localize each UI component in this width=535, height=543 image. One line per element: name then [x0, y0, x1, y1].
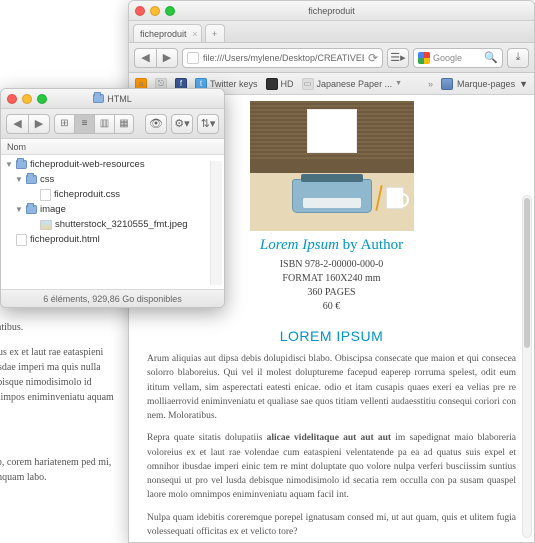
action-menu-button[interactable]: ⚙▾: [171, 114, 193, 134]
search-placeholder: Google: [433, 53, 462, 63]
back-button[interactable]: ◀: [134, 48, 156, 68]
page-icon: [187, 52, 199, 64]
quicklook-button[interactable]: 👁: [145, 114, 167, 134]
downloads-button[interactable]: ⤓: [507, 48, 529, 68]
product-description: Arum aliquias aut dipsa debis dolupidisc…: [147, 352, 516, 542]
finder-window: HTML ◀ ▶ ⊞ ≡ ▥ ▦ 👁 ⚙▾ ⇅▾ Nom ficheprodui…: [0, 88, 225, 308]
chevron-down-icon: ▼: [519, 79, 528, 89]
background-document-text: adipsi dipsa debis dolupidisci blaccus c…: [0, 280, 120, 495]
folder-icon: [16, 160, 27, 169]
finder-nav-buttons: ◀ ▶: [6, 114, 50, 134]
folder-row[interactable]: ficheproduit-web-resources: [1, 157, 224, 172]
view-columns-button[interactable]: ▥: [94, 114, 114, 134]
css-file-icon: [40, 189, 51, 201]
forward-button[interactable]: ▶: [156, 48, 178, 68]
html-file-icon: [16, 234, 27, 246]
page-scrollbar[interactable]: [522, 195, 532, 538]
address-bar[interactable]: file:///Users/mylene/Desktop/CREATIVEBLO…: [182, 48, 383, 68]
close-tab-icon[interactable]: ×: [192, 29, 197, 39]
search-icon: 🔍: [484, 51, 498, 64]
finder-status-bar: 6 éléments, 929,86 Go disponibles: [1, 289, 224, 307]
folder-row[interactable]: css: [1, 172, 224, 187]
browser-tab-active[interactable]: ficheproduit ×: [133, 24, 202, 42]
folder-icon: [93, 94, 104, 103]
folder-icon: [26, 175, 37, 184]
view-list-button[interactable]: ≡: [74, 114, 94, 134]
view-icons-button[interactable]: ⊞: [54, 114, 74, 134]
file-row[interactable]: shutterstock_3210555_fmt.jpeg: [1, 217, 224, 232]
bookmark-hd[interactable]: HD: [266, 78, 294, 90]
product-image: [250, 101, 414, 231]
search-field[interactable]: Google 🔍: [413, 48, 503, 68]
nav-buttons: ◀ ▶: [134, 48, 178, 68]
bookmarks-overflow-icon[interactable]: »: [428, 79, 433, 89]
folder-row[interactable]: image: [1, 202, 224, 217]
file-list: ficheproduit-web-resources css ficheprod…: [1, 155, 224, 289]
disclosure-triangle-icon[interactable]: [15, 205, 23, 214]
finder-scrollbar[interactable]: [210, 161, 222, 285]
bookmark-marque-pages[interactable]: Marque-pages ▼: [441, 78, 528, 90]
new-tab-button[interactable]: +: [205, 24, 225, 42]
url-text: file:///Users/mylene/Desktop/CREATIVEBLO…: [203, 53, 364, 63]
finder-view-switcher: ⊞ ≡ ▥ ▦: [54, 114, 134, 134]
finder-toolbar: ◀ ▶ ⊞ ≡ ▥ ▦ 👁 ⚙▾ ⇅▾: [1, 109, 224, 139]
disclosure-triangle-icon[interactable]: [5, 160, 13, 169]
disclosure-triangle-icon[interactable]: [15, 175, 23, 184]
folder-icon: ▭: [302, 78, 314, 90]
plus-icon: +: [212, 29, 217, 39]
finder-titlebar[interactable]: HTML: [1, 89, 224, 109]
column-header-name[interactable]: Nom: [1, 139, 224, 155]
section-heading: LOREM IPSUM: [147, 328, 516, 344]
reader-button[interactable]: ☰▸: [387, 48, 409, 68]
browser-titlebar[interactable]: ficheproduit: [129, 1, 534, 21]
view-coverflow-button[interactable]: ▦: [114, 114, 134, 134]
hd-icon: [266, 78, 278, 90]
bookmarks-icon: [441, 78, 453, 90]
folder-icon: [26, 205, 37, 214]
window-title: ficheproduit: [129, 6, 534, 16]
back-button[interactable]: ◀: [6, 114, 28, 134]
file-row[interactable]: ficheproduit.css: [1, 187, 224, 202]
chevron-down-icon: ▼: [395, 80, 402, 87]
tab-label: ficheproduit: [140, 29, 187, 39]
browser-tabstrip: ficheproduit × +: [129, 21, 534, 43]
forward-button[interactable]: ▶: [28, 114, 50, 134]
image-file-icon: [40, 220, 52, 230]
browser-toolbar: ◀ ▶ file:///Users/mylene/Desktop/CREATIV…: [129, 43, 534, 73]
file-row[interactable]: ficheproduit.html: [1, 232, 224, 247]
finder-title: HTML: [1, 94, 224, 104]
arrange-menu-button[interactable]: ⇅▾: [197, 114, 219, 134]
scrollbar-thumb[interactable]: [524, 198, 530, 348]
bookmark-japanese-paper[interactable]: ▭ Japanese Paper ... ▼: [302, 78, 403, 90]
reload-icon[interactable]: ⟳: [368, 51, 378, 65]
google-icon: [418, 52, 430, 64]
